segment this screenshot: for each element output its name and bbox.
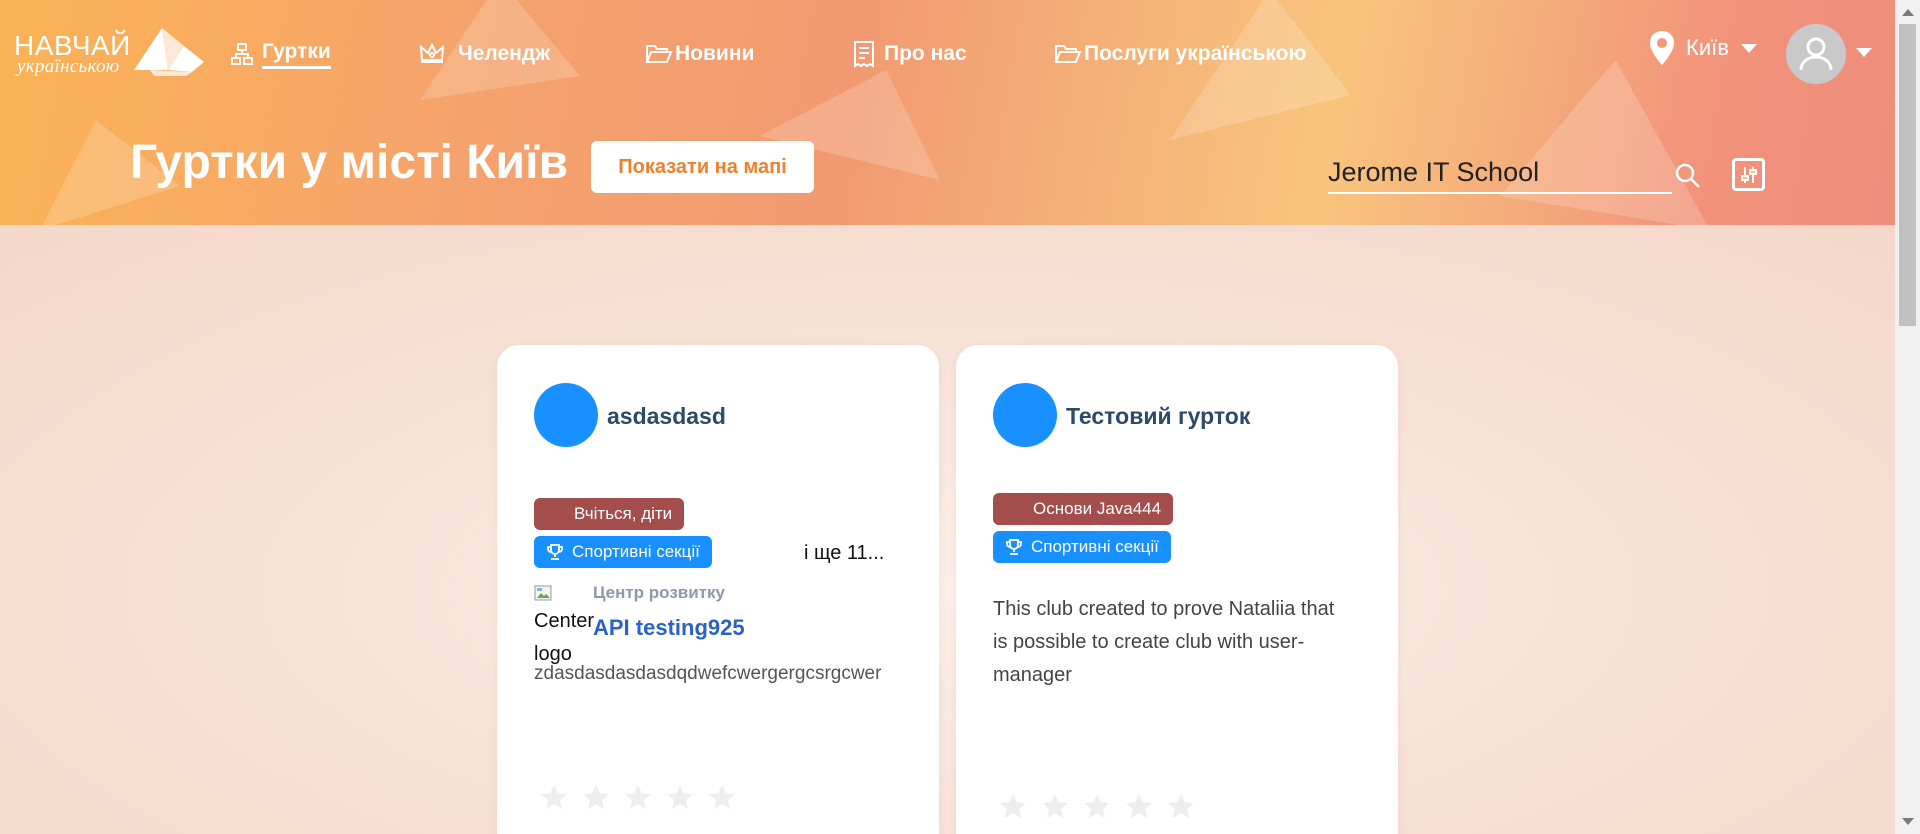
scroll-down-arrow-icon[interactable] <box>1902 818 1914 825</box>
rating-stars <box>539 783 737 813</box>
origami-decoration <box>1500 60 1710 225</box>
city-name: Київ <box>1686 35 1729 60</box>
user-icon <box>1799 37 1833 71</box>
club-description: This club created to prove Nataliia that… <box>993 593 1363 692</box>
center-name-link[interactable]: API testing925 <box>593 615 745 641</box>
logo-text-bottom: українською <box>17 56 120 77</box>
tag-label: Вчіться, діти <box>574 504 673 523</box>
category-tag[interactable]: Основи Java444 <box>993 493 1174 525</box>
nav-item-services[interactable]: Послуги українською <box>1054 36 1306 72</box>
folder-open-icon <box>645 45 673 63</box>
club-title: Тестовий гурток <box>1066 403 1251 429</box>
center-logo-alt: Center logo <box>534 605 594 671</box>
star-icon <box>1126 794 1152 818</box>
folder-open-icon <box>1054 45 1082 63</box>
star-icon <box>541 785 567 809</box>
star-icon <box>1084 794 1110 818</box>
club-avatar <box>534 383 598 447</box>
star-icon <box>1168 794 1194 818</box>
trophy-icon <box>1006 539 1022 555</box>
center-description: zdasdasdasdasdqdwefcwergergcsrgcwer <box>534 663 882 684</box>
header: НАВЧАЙ українською Гуртки Челендж Новини… <box>0 0 1895 225</box>
star-icon <box>709 785 735 809</box>
filter-button[interactable] <box>1732 158 1765 191</box>
category-tag[interactable]: Вчіться, діти <box>534 498 685 530</box>
sliders-icon <box>1740 166 1757 183</box>
category-tag[interactable]: Спортивні секції <box>534 536 712 568</box>
search-icon[interactable] <box>1674 162 1702 190</box>
description-line: This club created to prove Nataliia that <box>993 598 1335 620</box>
star-icon <box>625 785 651 809</box>
user-avatar[interactable] <box>1786 24 1846 84</box>
broken-image-icon <box>534 585 552 601</box>
star-icon <box>667 785 693 809</box>
club-card[interactable]: asdasdasd Вчіться, діти Спортивні секції… <box>497 345 939 834</box>
club-card[interactable]: Тестовий гурток Основи Java444 Спортивні… <box>956 345 1398 834</box>
description-line: is possible to create club with user- <box>993 631 1305 653</box>
nav-label: Новини <box>675 42 755 65</box>
trophy-icon <box>547 544 563 560</box>
nav-item-challenge[interactable]: Челендж <box>418 36 550 72</box>
hierarchy-icon <box>231 43 253 65</box>
document-icon <box>854 41 874 68</box>
site-logo[interactable]: НАВЧАЙ українською <box>14 26 204 82</box>
rating-stars <box>998 792 1196 822</box>
star-icon <box>1000 794 1026 818</box>
tag-label: Спортивні секції <box>1031 537 1159 556</box>
chevron-down-icon <box>1740 43 1757 53</box>
scroll-thumb[interactable] <box>1899 24 1916 326</box>
city-select[interactable]: Київ <box>1648 30 1757 66</box>
crown-icon <box>419 42 445 63</box>
page-scrollbar[interactable] <box>1895 0 1920 834</box>
scroll-up-arrow-icon[interactable] <box>1902 9 1914 16</box>
content-background <box>0 225 1895 834</box>
star-icon <box>1042 794 1068 818</box>
nav-label: Гуртки <box>262 40 331 69</box>
description-line: manager <box>993 664 1072 686</box>
tag-label: Спортивні секції <box>572 542 700 561</box>
search-input[interactable] <box>1328 152 1628 192</box>
tag-label: Основи Java444 <box>1033 499 1162 518</box>
star-icon <box>583 785 609 809</box>
club-title: asdasdasd <box>607 403 726 429</box>
nav-label: Про нас <box>884 42 967 65</box>
nav-item-clubs[interactable]: Гуртки <box>230 36 331 72</box>
nav-label: Челендж <box>458 42 551 65</box>
nav-label: Послуги українською <box>1084 42 1307 65</box>
chevron-down-icon[interactable] <box>1856 48 1872 57</box>
center-caption: Центр розвитку <box>593 583 725 602</box>
center-logo-alt-line: Center <box>534 610 595 632</box>
page-title: Гуртки у місті Київ <box>130 136 569 189</box>
paper-boat-icon <box>134 28 204 76</box>
nav-item-about[interactable]: Про нас <box>852 36 967 72</box>
location-pin-icon <box>1650 31 1674 65</box>
nav-item-news[interactable]: Новини <box>645 36 754 72</box>
club-avatar <box>993 383 1057 447</box>
show-on-map-button[interactable]: Показати на мапі <box>591 141 814 193</box>
more-tags-label[interactable]: і ще 11... <box>804 542 884 565</box>
search-field <box>1328 152 1672 194</box>
category-tag[interactable]: Спортивні секції <box>993 531 1171 563</box>
